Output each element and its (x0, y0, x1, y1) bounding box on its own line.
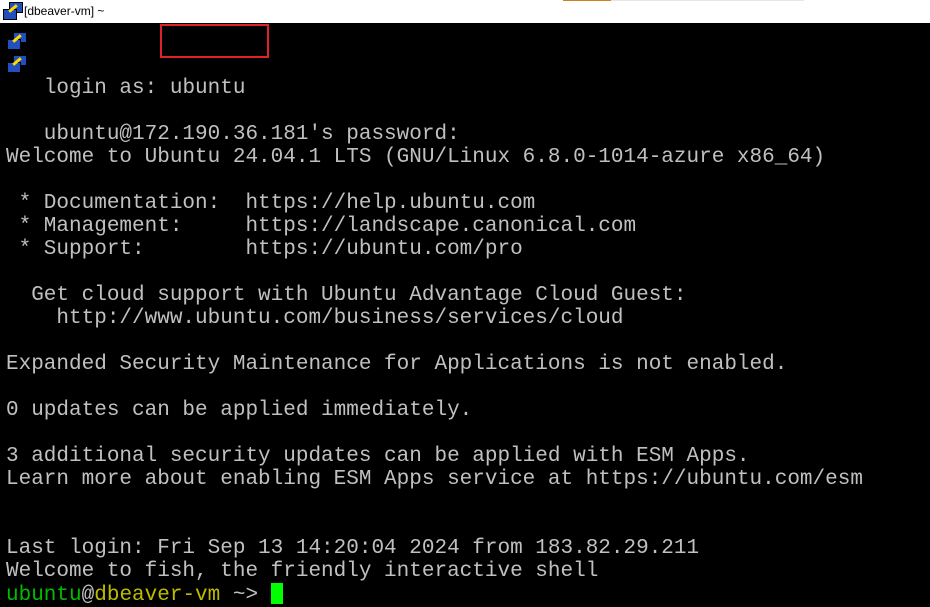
cursor (270, 583, 283, 604)
window-title: [dbeaver-vm] ~ (24, 4, 105, 18)
terminal-line: 3 additional security updates can be app… (6, 445, 750, 468)
terminal-line: ubuntu@172.190.36.181's password: (6, 123, 460, 146)
terminal-line: * Support: https://ubuntu.com/pro (6, 238, 523, 261)
terminal-line: Welcome to fish, the friendly interactiv… (6, 560, 599, 583)
terminal-line: * Documentation: https://help.ubuntu.com (6, 192, 536, 215)
prompt-host: dbeaver-vm (94, 584, 221, 607)
login-user: ubuntu (169, 77, 246, 100)
tab-accent (563, 0, 611, 1)
prompt-at: @ (81, 584, 95, 607)
title-bar: [dbeaver-vm] ~ (0, 0, 930, 23)
terminal-line: Learn more about enabling ESM Apps servi… (6, 468, 863, 491)
terminal-line: 0 updates can be applied immediately. (6, 399, 473, 422)
prompt-user: ubuntu (6, 584, 82, 607)
terminal-line: http://www.ubuntu.com/business/services/… (6, 307, 624, 330)
terminal-line: Last login: Fri Sep 13 14:20:04 2024 fro… (6, 537, 700, 560)
prompt-suffix: ~> (220, 584, 271, 607)
putty-icon (3, 2, 23, 20)
terminal-line: * Management: https://landscape.canonica… (6, 215, 637, 238)
terminal-line: Welcome to Ubuntu 24.04.1 LTS (GNU/Linux… (6, 146, 826, 169)
login-line: login as: ubuntu (6, 77, 863, 100)
highlight-box (160, 24, 269, 58)
terminal-line: Expanded Security Maintenance for Applic… (6, 353, 788, 376)
login-prompt: login as: (43, 77, 170, 100)
terminal-line: Get cloud support with Ubuntu Advantage … (6, 284, 687, 307)
shell-prompt[interactable]: ubuntu@dbeaver-vm ~> (6, 583, 863, 607)
terminal-output[interactable]: login as: ubuntu ubuntu@172.190.36.181's… (6, 31, 863, 607)
